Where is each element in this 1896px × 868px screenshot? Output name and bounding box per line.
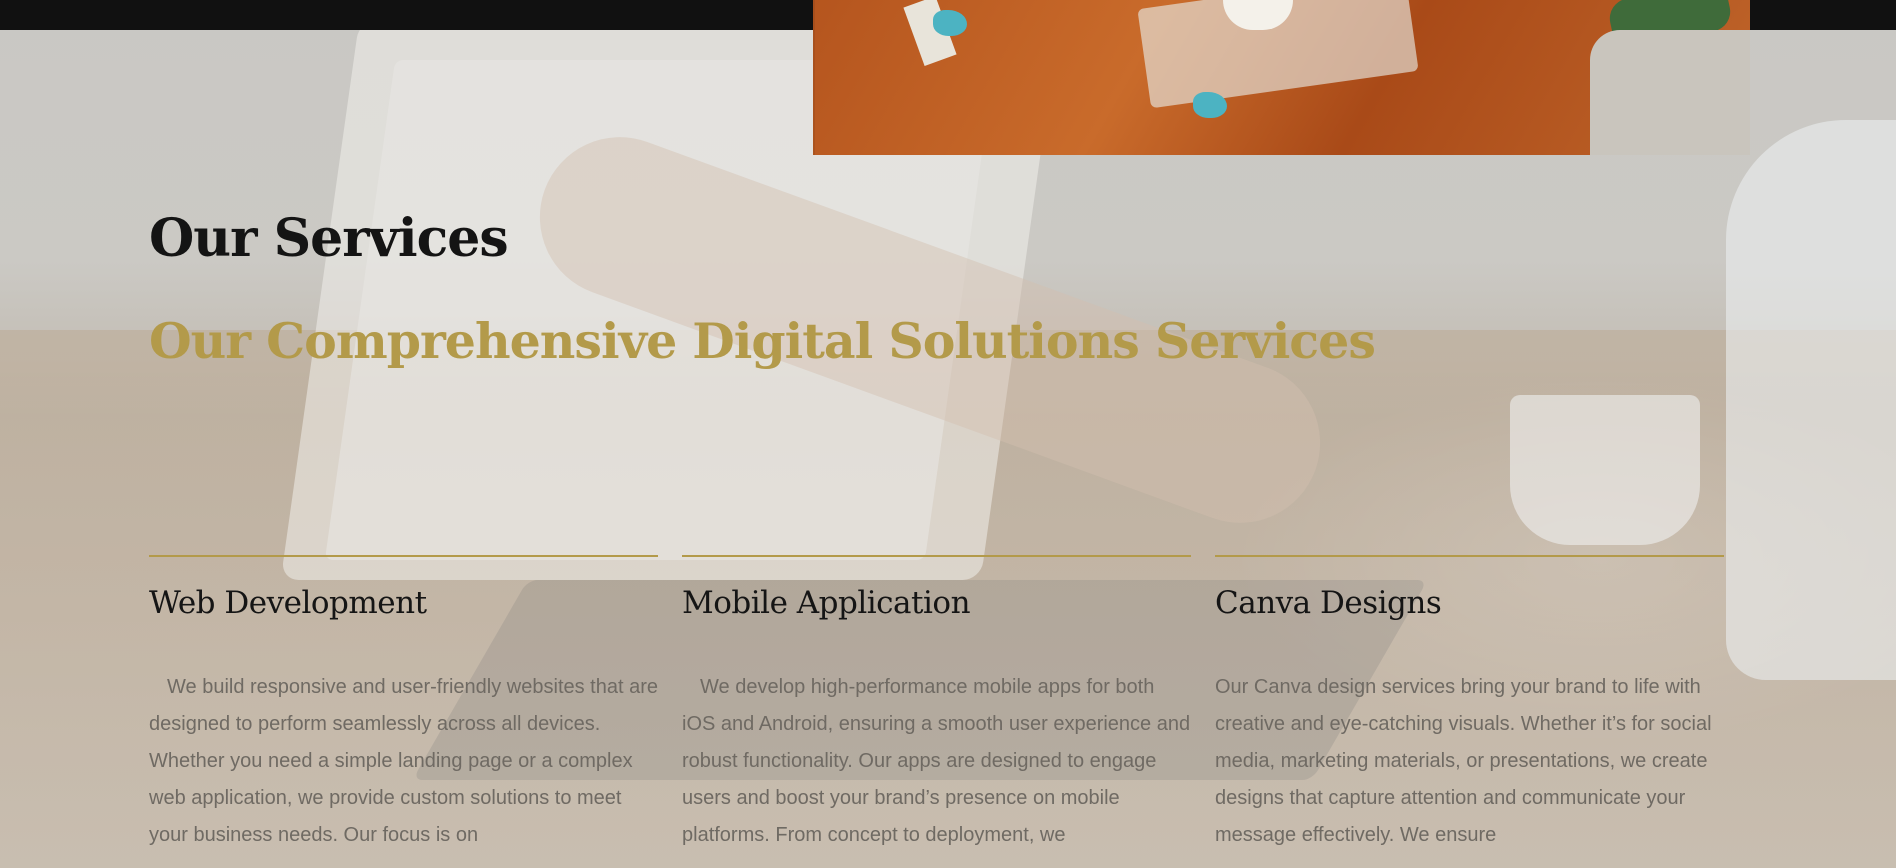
service-title: Mobile Application [682,585,971,621]
service-title: Web Development [149,585,427,621]
service-card-mobile-application: Mobile Application We develop high-perfo… [682,555,1191,854]
section-title: Our Services [149,208,509,269]
service-description: We develop high-performance mobile apps … [682,669,1191,854]
page: Our Services Our Comprehensive Digital S… [0,0,1896,868]
services-section: Our Services Our Comprehensive Digital S… [149,0,1724,868]
service-description-text: Our Canva design services bring your bra… [1215,676,1712,846]
service-description-text: We build responsive and user-friendly we… [149,676,658,846]
services-list: Web Development We build responsive and … [149,555,1724,854]
section-subtitle: Our Comprehensive Digital Solutions Serv… [149,312,1376,370]
background-shirt [1726,120,1896,680]
service-description-text: We develop high-performance mobile apps … [682,676,1191,846]
service-card-canva-designs: Canva Designs Our Canva design services … [1215,555,1724,854]
service-description: Our Canva design services bring your bra… [1215,669,1724,854]
service-title: Canva Designs [1215,585,1442,621]
service-description: We build responsive and user-friendly we… [149,669,658,854]
service-card-web-development: Web Development We build responsive and … [149,555,658,854]
